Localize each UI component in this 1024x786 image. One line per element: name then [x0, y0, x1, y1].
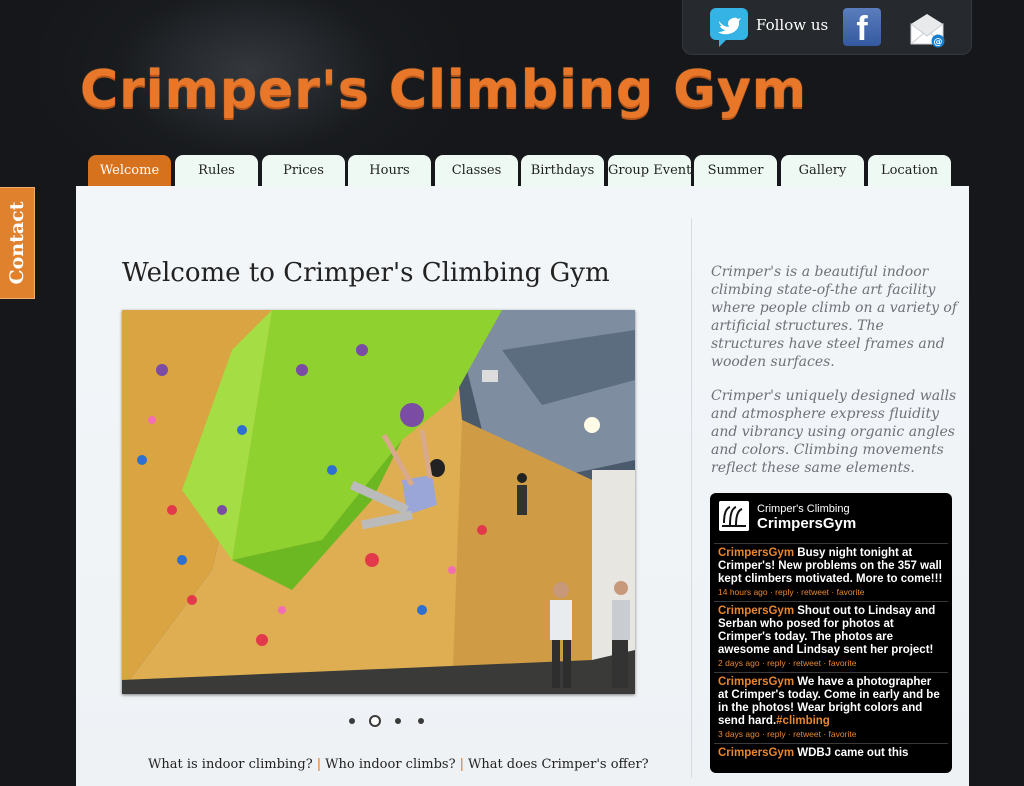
climbing-wall-photo [122, 310, 635, 694]
faq-links: What is indoor climbing? | Who indoor clim… [148, 757, 649, 772]
tab-summer[interactable]: Summer [694, 155, 777, 186]
link-separator: | [316, 757, 322, 772]
twitter-bird-icon[interactable] [709, 7, 749, 47]
slide-dot-2[interactable] [369, 715, 381, 727]
tweet-item: CrimpersGym Shout out to Lindsay and Ser… [714, 601, 948, 672]
about-paragraph-2: Crimper's uniquely designed walls and at… [711, 388, 957, 476]
tweet-user[interactable]: CrimpersGym [718, 676, 794, 688]
facebook-icon[interactable]: f [843, 8, 881, 46]
tab-rules[interactable]: Rules [175, 155, 258, 186]
svg-text:@: @ [934, 38, 943, 48]
faq-link-offer[interactable]: What does Crimper's offer? [468, 757, 649, 772]
tab-prices[interactable]: Prices [262, 155, 345, 186]
tweet-user[interactable]: CrimpersGym [718, 747, 794, 759]
email-envelope-icon[interactable]: @ [907, 10, 947, 48]
tweet-text: WDBJ came out this [797, 747, 909, 759]
faq-link-who[interactable]: Who indoor climbs? [325, 757, 455, 772]
facebook-letter: f [856, 10, 868, 46]
column-divider [691, 218, 692, 778]
link-separator: | [459, 757, 464, 772]
crimpers-logo-icon [719, 501, 749, 531]
tweet-item: CrimpersGym Busy night tonight at Crimpe… [714, 543, 948, 601]
social-bar: Follow us f @ [682, 0, 972, 55]
slideshow-photo[interactable] [122, 310, 635, 694]
tab-group-events[interactable]: Group Events [608, 155, 698, 186]
slide-dot-3[interactable] [395, 718, 401, 724]
tweet-list: CrimpersGym Busy night tonight at Crimpe… [714, 543, 948, 763]
about-paragraph-1: Crimper's is a beautiful indoor climbing… [711, 264, 958, 370]
slide-dot-4[interactable] [418, 718, 424, 724]
tab-birthdays[interactable]: Birthdays [521, 155, 604, 186]
slide-dot-1[interactable] [349, 718, 355, 724]
faq-link-what-is[interactable]: What is indoor climbing? [148, 757, 313, 772]
site-logo[interactable]: Crimper's Climbing Gym [80, 60, 807, 120]
tweet-item: CrimpersGym WDBJ came out this [714, 743, 948, 763]
page-title: Welcome to Crimper's Climbing Gym [122, 258, 610, 288]
twitter-avatar[interactable] [719, 501, 749, 531]
tab-gallery[interactable]: Gallery [781, 155, 864, 186]
twitter-widget-header: Crimper's Climbing CrimpersGym [710, 493, 952, 541]
twitter-widget: Crimper's Climbing CrimpersGym CrimpersG… [710, 493, 952, 773]
twitter-handle[interactable]: CrimpersGym [757, 515, 856, 532]
tweet-item: CrimpersGym We have a photographer at Cr… [714, 672, 948, 743]
tweet-user[interactable]: CrimpersGym [718, 547, 794, 559]
contact-tab-label: Contact [6, 201, 28, 285]
tab-location[interactable]: Location [868, 155, 951, 186]
contact-tab[interactable]: Contact [0, 187, 35, 299]
tab-classes[interactable]: Classes [435, 155, 518, 186]
tab-hours[interactable]: Hours [348, 155, 431, 186]
tweet-meta[interactable]: 3 days ago · reply · retweet · favorite [718, 729, 944, 740]
follow-us-label: Follow us [756, 16, 829, 34]
tweet-meta[interactable]: 2 days ago · reply · retweet · favorite [718, 658, 944, 669]
twitter-display-name: Crimper's Climbing [757, 503, 850, 515]
tweet-hashtag[interactable]: #climbing [776, 715, 830, 727]
tab-welcome[interactable]: Welcome [88, 155, 171, 186]
tweet-meta[interactable]: 14 hours ago · reply · retweet · favorit… [718, 587, 944, 598]
tweet-user[interactable]: CrimpersGym [718, 605, 794, 617]
